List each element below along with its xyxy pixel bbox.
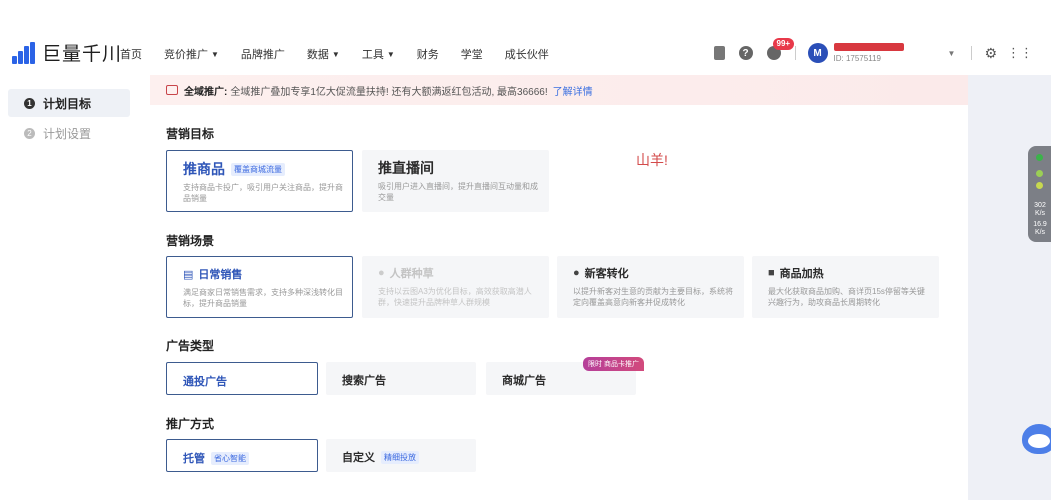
- download-speed: 16.9: [1033, 221, 1047, 228]
- status-dot-icon: [1036, 182, 1043, 189]
- option-tag: 精细投放: [381, 450, 419, 464]
- status-dot-icon: [1036, 170, 1043, 177]
- nav-item-growth-partner[interactable]: 成长伙伴: [505, 46, 549, 62]
- option-description: 支持商品卡投广，吸引用户关注商品，提升商品销量: [183, 183, 343, 203]
- option-title: 推直播间: [378, 160, 434, 176]
- option-title: ● 人群种草: [378, 267, 434, 280]
- header-actions: ? 99+ M ID: 17575119 ▼ ⚙ ⋮⋮: [713, 38, 1051, 64]
- option-title: 推商品 覆盖商城流量: [183, 159, 285, 179]
- sidebar-item-plan-goal[interactable]: 1 计划目标: [8, 89, 130, 117]
- app-logo[interactable]: 巨量千川: [12, 39, 122, 66]
- option-description: 满足商家日常销售需求，支持多种深浅转化目标，提升商品销量: [183, 288, 343, 308]
- option-title: 商城广告: [502, 375, 546, 387]
- ad-type-search[interactable]: 搜索广告: [326, 362, 476, 395]
- scene-option-new-customer[interactable]: ● 新客转化 以提升新客对生意的贡献为主要目标，系统将定向覆盖高意向新客并促成转…: [557, 256, 744, 318]
- help-icon[interactable]: ?: [738, 46, 753, 60]
- account-info[interactable]: ID: 17575119: [833, 43, 934, 63]
- main-panel: 全域推广: 全域推广叠加专享1亿大促流量扶持! 还有大额满返红包活动, 最高36…: [150, 75, 968, 500]
- option-description: 吸引用户进入直播间，提升直播间互动量和成交量: [378, 182, 538, 202]
- apps-grid-icon[interactable]: ⋮⋮: [1007, 45, 1033, 61]
- nav-item-bidding[interactable]: 竞价推广 ▼: [164, 46, 219, 62]
- caret-down-icon: ▼: [386, 49, 395, 59]
- sidebar-item-plan-settings[interactable]: 2 计划设置: [8, 119, 130, 147]
- section-title-marketing-goal: 营销目标: [166, 127, 215, 141]
- step-number-icon: 1: [24, 97, 35, 109]
- option-title: 托管 省心智能: [183, 450, 249, 466]
- scene-option-product-boost[interactable]: ■ 商品加热 最大化获取商品加购、商详页15s停留等关键兴趣行为，助攻商品长周期…: [752, 256, 939, 318]
- goal-option-promote-product[interactable]: 推商品 覆盖商城流量 支持商品卡投广，吸引用户关注商品，提升商品销量: [166, 150, 353, 212]
- nav-item-home[interactable]: 首页: [120, 46, 142, 62]
- user-icon: ●: [378, 267, 385, 279]
- nav-item-data[interactable]: 数据 ▼: [307, 46, 340, 62]
- top-navigation-bar: 巨量千川 首页 竞价推广 ▼ 品牌推广 数据 ▼ 工具 ▼ 财务 学堂 成长伙伴 ? …: [0, 0, 1051, 75]
- section-title-marketing-scene: 营销场景: [166, 234, 215, 248]
- promo-label: 全域推广:: [184, 86, 228, 98]
- book-icon: ▤: [183, 268, 194, 281]
- nav-item-tools[interactable]: 工具 ▼: [362, 46, 395, 62]
- main-nav: 首页 竞价推广 ▼ 品牌推广 数据 ▼ 工具 ▼ 财务 学堂 成长伙伴: [120, 46, 571, 62]
- option-description: 支持以云图A3为优化目标，高效获取高潜人群，快速提升品牌种草人群规模: [378, 287, 532, 307]
- promo-text: 全域推广叠加专享1亿大促流量扶持! 还有大额满返红包活动, 最高36666!: [230, 86, 548, 98]
- limited-time-tag: 限时 商品卡推广: [583, 357, 644, 371]
- gift-icon: [166, 85, 178, 95]
- calculator-icon[interactable]: [713, 46, 725, 60]
- download-unit: K/s: [1034, 229, 1046, 236]
- steps-sidebar: 1 计划目标 2 计划设置: [0, 75, 150, 500]
- option-title: 通投广告: [183, 376, 227, 388]
- option-tag: 省心智能: [211, 451, 249, 465]
- promo-banner: 全域推广: 全域推广叠加专享1亿大促流量扶持! 还有大额满返红包活动, 最高36…: [150, 75, 968, 105]
- sidebar-item-label: 计划目标: [43, 96, 92, 111]
- user-plus-icon: ●: [573, 267, 580, 279]
- caret-down-icon: ▼: [331, 49, 340, 59]
- divider: [794, 46, 796, 60]
- option-title: ▤ 日常销售: [183, 268, 243, 282]
- upload-speed: 302: [1034, 202, 1046, 209]
- network-speed-widget[interactable]: 302 K/s 16.9 K/s: [1028, 146, 1051, 242]
- scene-option-daily-sales[interactable]: ▤ 日常销售 满足商家日常销售需求，支持多种深浅转化目标，提升商品销量: [166, 256, 353, 318]
- sidebar-item-label: 计划设置: [43, 126, 92, 141]
- divider: [971, 46, 973, 60]
- notification-badge: 99+: [772, 38, 795, 50]
- scene-option-audience-seeding: ● 人群种草 支持以云图A3为优化目标，高效获取高潜人群，快速提升品牌种草人群规…: [362, 256, 549, 318]
- method-custom[interactable]: 自定义 精细投放: [326, 439, 476, 472]
- option-description: 最大化获取商品加购、商详页15s停留等关键兴趣行为，助攻商品长周期转化: [768, 287, 925, 307]
- status-dot-icon: [1036, 154, 1043, 161]
- avatar[interactable]: M: [807, 43, 828, 63]
- goal-option-promote-live-room[interactable]: 推直播间 吸引用户进入直播间，提升直播间互动量和成交量: [362, 150, 549, 212]
- assistant-mascot-icon[interactable]: [1022, 420, 1051, 465]
- logo-text: 巨量千川: [42, 44, 123, 65]
- upload-unit: K/s: [1034, 210, 1046, 217]
- option-title: 自定义 精细投放: [342, 449, 419, 465]
- watermark-text: 山羊!: [636, 152, 668, 168]
- section-title-promotion-method: 推广方式: [166, 417, 215, 431]
- logo-mark-icon: [12, 41, 36, 64]
- nav-item-finance[interactable]: 财务: [417, 46, 439, 62]
- option-title: ■ 商品加热: [768, 267, 824, 280]
- section-title-ad-type: 广告类型: [166, 339, 215, 353]
- account-id: ID: 17575119: [833, 54, 881, 63]
- option-tag: 覆盖商城流量: [231, 162, 285, 176]
- nav-item-brand[interactable]: 品牌推广: [241, 46, 285, 62]
- ad-type-general[interactable]: 通投广告: [166, 362, 318, 395]
- step-number-icon: 2: [24, 127, 35, 139]
- shop-icon: ■: [768, 267, 775, 279]
- nav-item-academy[interactable]: 学堂: [461, 46, 483, 62]
- gear-icon[interactable]: ⚙: [984, 45, 997, 62]
- notification-icon[interactable]: 99+: [766, 38, 795, 60]
- account-name-redacted: [833, 43, 904, 51]
- option-description: 以提升新客对生意的贡献为主要目标，系统将定向覆盖高意向新客并促成转化: [573, 287, 733, 307]
- caret-down-icon: ▼: [211, 49, 219, 59]
- option-title: ● 新客转化: [573, 267, 629, 280]
- option-title: 搜索广告: [342, 375, 386, 387]
- promo-learn-more-link[interactable]: 了解详情: [553, 83, 593, 98]
- method-managed[interactable]: 托管 省心智能: [166, 439, 318, 472]
- account-caret-down-icon[interactable]: ▼: [948, 49, 956, 58]
